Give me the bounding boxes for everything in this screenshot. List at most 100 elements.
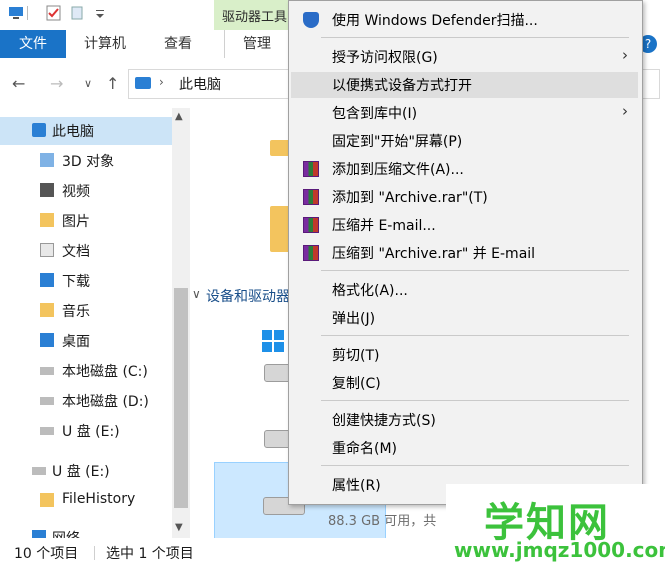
new-folder-icon[interactable] [70,5,86,21]
sidebar-item-label: 音乐 [62,304,90,320]
menu-item-rename[interactable]: 重命名(M) [291,435,638,461]
music-icon [40,303,54,317]
sidebar-item-documents[interactable]: 文档 [0,237,172,265]
menu-item-label: 以便携式设备方式打开 [332,78,472,94]
menu-item-label: 属性(R) [332,478,381,494]
watermark: 学知网 www.jmqz1000.com [446,484,665,566]
properties-check-icon[interactable] [46,5,62,21]
winrar-icon [303,217,319,233]
menu-item-pin-to-start[interactable]: 固定到"开始"屏幕(P) [291,128,638,154]
tab-view[interactable]: 查看 [164,30,192,58]
sidebar-item-filehistory[interactable]: FileHistory [0,487,172,515]
status-divider [94,546,95,560]
menu-separator [321,335,629,336]
sidebar-item-videos[interactable]: 视频 [0,177,172,205]
usb-drive-icon [32,467,46,475]
sidebar-item-pictures[interactable]: 图片 [0,207,172,235]
chevron-down-icon[interactable]: ∨ [84,77,92,90]
sidebar-item-music[interactable]: 音乐 [0,297,172,325]
menu-item-add-to-archive[interactable]: 添加到压缩文件(A)... [291,156,638,182]
sidebar-item-label: 文档 [62,244,90,260]
menu-item-grant-access[interactable]: 授予访问权限(G) › [291,44,638,70]
menu-item-label: 包含到库中(I) [332,106,418,122]
breadcrumb[interactable]: 此电脑 [179,74,221,94]
chevron-right-icon[interactable]: › [159,75,164,89]
desktop-icon [40,333,54,347]
menu-item-create-shortcut[interactable]: 创建快捷方式(S) [291,407,638,433]
computer-icon [32,123,46,137]
sidebar-item-drive-c[interactable]: 本地磁盘 (C:) [0,357,172,385]
menu-item-label: 授予访问权限(G) [332,50,438,66]
menu-separator [321,270,629,271]
watermark-url: www.jmqz1000.com [454,538,665,562]
menu-item-defender-scan[interactable]: 使用 Windows Defender扫描... [291,7,638,33]
sidebar-item-usb-e-root[interactable]: U 盘 (E:) [0,457,172,485]
section-heading-devices[interactable]: 设备和驱动器 [206,286,290,306]
windows-logo-icon [262,330,286,354]
menu-item-label: 添加到 "Archive.rar"(T) [332,190,488,206]
network-icon [32,530,46,538]
menu-item-label: 弹出(J) [332,311,376,327]
arrow-up-icon[interactable]: ↑ [106,74,119,93]
status-selection: 选中 1 个项目 [106,546,194,562]
sidebar-item-label: 桌面 [62,334,90,350]
download-icon [40,273,54,287]
sidebar-item-network[interactable]: 网络 [0,524,172,538]
menu-item-open-as-portable[interactable]: 以便携式设备方式打开 [291,72,638,98]
folder-icon [40,493,54,507]
pictures-icon [40,213,54,227]
video-icon [40,183,54,197]
computer-icon[interactable] [8,5,24,21]
arrow-right-icon[interactable]: → [50,74,63,93]
sidebar-scroll-thumb[interactable] [174,288,188,508]
separator-icon [26,5,42,21]
menu-item-add-to-archive-rar[interactable]: 添加到 "Archive.rar"(T) [291,184,638,210]
winrar-icon [303,189,319,205]
sidebar-item-downloads[interactable]: 下载 [0,267,172,295]
menu-item-compress-email[interactable]: 压缩并 E-mail... [291,212,638,238]
drive-free-space: 88.3 GB 可用，共 [328,514,437,529]
menu-item-label: 重命名(M) [332,441,398,457]
sidebar-item-this-pc[interactable]: 此电脑 [0,117,172,145]
tab-manage[interactable]: 管理 [224,30,290,58]
sidebar-item-3d-objects[interactable]: 3D 对象 [0,147,172,175]
sidebar-item-label: U 盘 (E:) [52,464,110,480]
menu-item-label: 压缩到 "Archive.rar" 并 E-mail [332,246,536,262]
menu-item-copy[interactable]: 复制(C) [291,370,638,396]
sidebar-item-label: 3D 对象 [62,154,115,170]
sidebar-item-label: 视频 [62,184,90,200]
contextual-tab-drive-tools[interactable]: 驱动器工具 [214,0,294,30]
sidebar-item-label: 图片 [62,214,90,230]
sidebar-item-label: 本地磁盘 (C:) [62,364,148,380]
winrar-icon [303,245,319,261]
scroll-down-icon[interactable]: ▼ [175,522,183,533]
chevron-down-icon[interactable]: ∨ [192,287,201,301]
sidebar-item-label: 此电脑 [52,124,94,140]
tab-file[interactable]: 文件 [0,30,66,58]
sidebar-item-drive-d[interactable]: 本地磁盘 (D:) [0,387,172,415]
menu-item-label: 复制(C) [332,376,381,392]
computer-icon [135,77,151,89]
customize-qat-icon[interactable] [94,5,110,21]
sidebar-item-label: 本地磁盘 (D:) [62,394,149,410]
sidebar-item-label: FileHistory [62,491,136,507]
arrow-left-icon[interactable]: ← [12,74,25,93]
menu-item-label: 格式化(A)... [332,283,408,299]
scroll-up-icon[interactable]: ▲ [175,111,183,122]
context-menu: 使用 Windows Defender扫描... 授予访问权限(G) › 以便携… [288,0,643,505]
menu-item-format[interactable]: 格式化(A)... [291,277,638,303]
sidebar-item-usb-e[interactable]: U 盘 (E:) [0,417,172,445]
sidebar-item-label: 网络 [52,528,80,538]
contextual-tab-label: 驱动器工具 [222,10,288,25]
sidebar-item-desktop[interactable]: 桌面 [0,327,172,355]
sidebar-item-label: 下载 [62,274,90,290]
usb-drive-icon [40,427,54,435]
menu-item-cut[interactable]: 剪切(T) [291,342,638,368]
menu-item-label: 剪切(T) [332,348,380,364]
menu-item-eject[interactable]: 弹出(J) [291,305,638,331]
tab-computer[interactable]: 计算机 [84,30,126,58]
menu-item-compress-rar-email[interactable]: 压缩到 "Archive.rar" 并 E-mail [291,240,638,266]
submenu-arrow-icon: › [622,102,628,120]
menu-item-label: 固定到"开始"屏幕(P) [332,134,463,150]
menu-item-include-in-library[interactable]: 包含到库中(I) › [291,100,638,126]
